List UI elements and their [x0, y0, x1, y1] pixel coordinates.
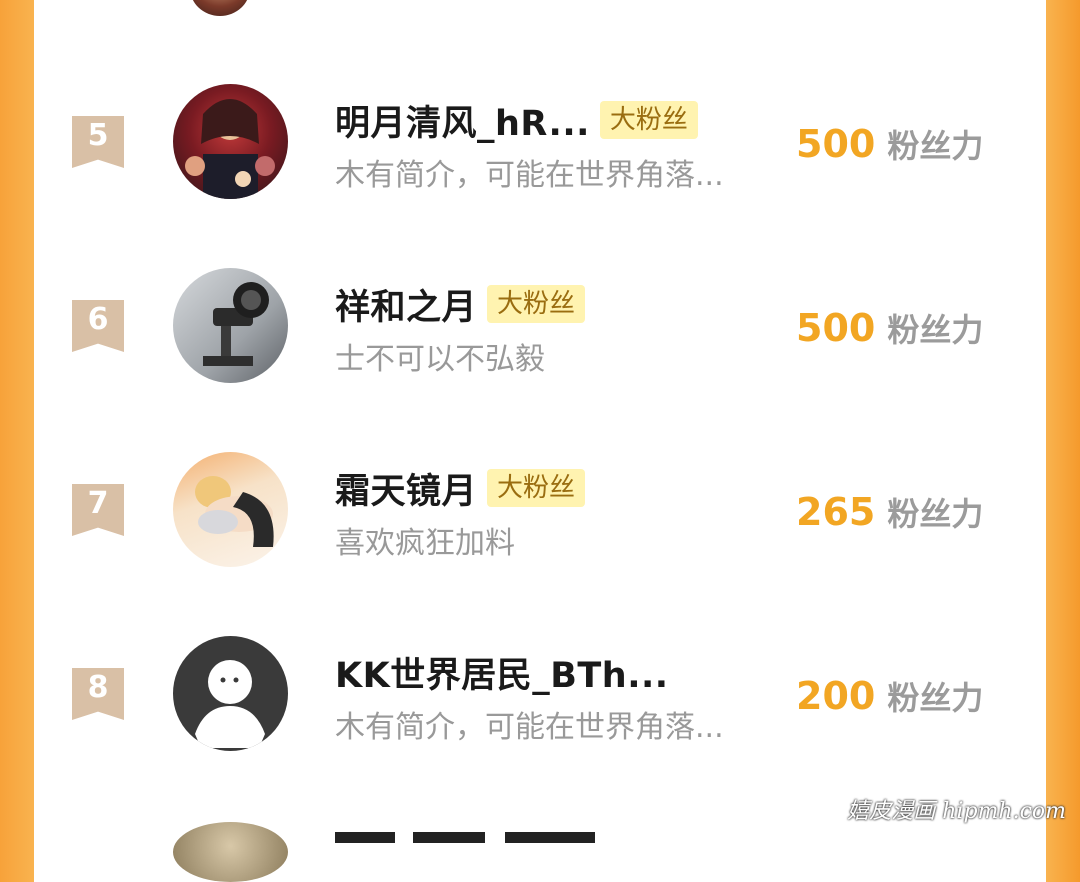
user-name[interactable]: 明月清风_hR...	[335, 95, 590, 146]
avatar-partial-bottom[interactable]	[173, 822, 288, 882]
fan-score-unit: 粉丝力	[887, 679, 984, 717]
user-name[interactable]: KK世界居民_BTh...	[335, 647, 669, 698]
user-bio: 木有简介，可能在世界角落...	[335, 710, 724, 745]
fan-level-badge: 大粉丝	[599, 101, 698, 139]
avatar[interactable]	[173, 84, 288, 199]
rank-badge: 8	[72, 668, 124, 720]
fan-score-value: 500	[796, 122, 876, 166]
list-item[interactable]: 5 明月清风_hR... 大粉丝 木有简介，可能在世界角落... 500 粉丝力	[34, 68, 1046, 218]
fan-score-unit: 粉丝力	[887, 311, 984, 349]
user-name[interactable]: 祥和之月	[335, 279, 477, 330]
user-name[interactable]: 霜天镜月	[335, 463, 477, 514]
watermark: 嬉皮漫画 hipmh.com	[847, 799, 1066, 824]
fan-score: 500 粉丝力	[796, 121, 983, 167]
list-item[interactable]: 7 霜天镜月 大粉丝 喜欢疯狂加料 265 粉丝力	[34, 436, 1046, 586]
user-bio: 喜欢疯狂加料	[335, 526, 515, 561]
user-bio: 士不可以不弘毅	[335, 342, 545, 377]
rank-badge: 5	[72, 116, 124, 168]
avatar[interactable]	[173, 636, 288, 751]
fan-score-value: 265	[796, 490, 876, 534]
avatar[interactable]	[173, 452, 288, 567]
fan-score: 200 粉丝力	[796, 673, 983, 719]
rank-badge: 6	[72, 300, 124, 352]
fan-score-value: 200	[796, 674, 876, 718]
fan-score-value: 500	[796, 306, 876, 350]
fan-score: 265 粉丝力	[796, 489, 983, 535]
fan-score-unit: 粉丝力	[887, 127, 984, 165]
fan-score: 500 粉丝力	[796, 305, 983, 351]
fan-level-badge: 大粉丝	[487, 285, 586, 323]
user-bio: 木有简介，可能在世界角落...	[335, 158, 724, 193]
fan-score-unit: 粉丝力	[887, 495, 984, 533]
name-partial-bottom	[335, 832, 595, 843]
rank-badge: 7	[72, 484, 124, 536]
list-item[interactable]: 8 KK世界居民_BTh... 木有简介，可能在世界角落... 200 粉丝力	[34, 620, 1046, 770]
list-item[interactable]: 6 祥和之月 大粉丝 士不可以不弘毅 500 粉丝力	[34, 252, 1046, 402]
fan-level-badge: 大粉丝	[487, 469, 586, 507]
avatar[interactable]	[173, 268, 288, 383]
